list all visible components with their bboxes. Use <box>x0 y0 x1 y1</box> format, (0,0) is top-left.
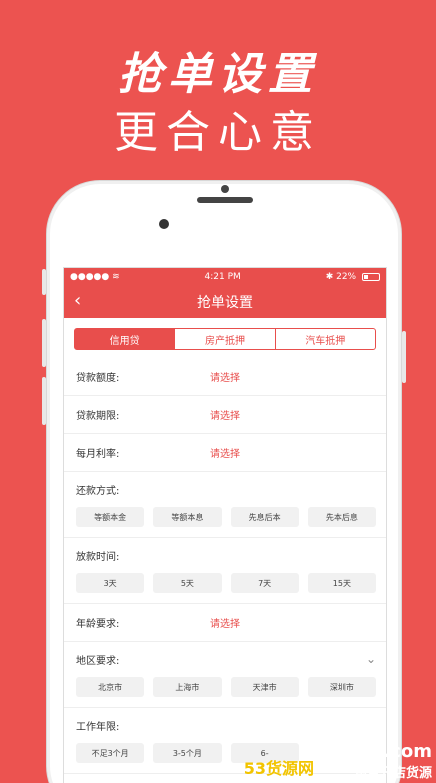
loan-amount-row[interactable]: 贷款额度: 请选择 <box>64 358 386 396</box>
repayment-method-group: 还款方式: 等额本金 等额本息 先息后本 先本后息 <box>64 472 386 538</box>
watermark-site: 53shop.com <box>309 741 432 762</box>
watermark-cn: 53货源网 <box>243 759 314 778</box>
region-group: 地区要求: ⌄ 北京市 上海市 天津市 深圳市 <box>64 642 386 708</box>
volume-down-button <box>42 377 46 425</box>
repayment-method-label: 还款方式: <box>76 486 120 497</box>
volume-up-button <box>42 319 46 367</box>
loan-time-group: 放款时间: 3天 5天 7天 15天 <box>64 538 386 604</box>
signal-icon: ●●●●● ≋ <box>70 272 120 282</box>
watermark-slogan: 淘宝开店货源 <box>353 766 432 781</box>
earpiece-speaker <box>197 197 253 203</box>
loan-type-tabs: 信用贷 房产抵押 汽车抵押 <box>74 328 376 350</box>
page-title: 抢单设置 <box>197 295 253 311</box>
work-years-label: 工作年限: <box>76 722 120 733</box>
repay-option[interactable]: 等额本金 <box>76 507 145 527</box>
proximity-sensor <box>221 185 229 193</box>
nav-bar: ‹ 抢单设置 <box>64 286 386 318</box>
loan-time-label: 放款时间: <box>76 552 120 563</box>
battery-icon <box>362 272 380 281</box>
loan-time-option[interactable]: 7天 <box>230 573 299 593</box>
region-option[interactable]: 北京市 <box>76 677 145 697</box>
loan-term-select[interactable]: 请选择 <box>210 407 240 422</box>
loan-time-option[interactable]: 3天 <box>76 573 145 593</box>
phone-frame: ●●●●● ≋ 4:21 PM ✱ 22% ‹ 抢单设置 信用贷 房产抵押 汽车… <box>42 180 406 783</box>
status-bar: ●●●●● ≋ 4:21 PM ✱ 22% <box>64 268 386 286</box>
age-label: 年龄要求: <box>76 619 120 630</box>
app-screen: ●●●●● ≋ 4:21 PM ✱ 22% ‹ 抢单设置 信用贷 房产抵押 汽车… <box>63 267 387 783</box>
tab-car-mortgage[interactable]: 汽车抵押 <box>276 329 375 349</box>
watermark: 53货源网 53shop.com 淘宝开店货源 <box>244 741 432 781</box>
monthly-rate-select[interactable]: 请选择 <box>210 445 240 460</box>
loan-time-option[interactable]: 15天 <box>307 573 376 593</box>
chevron-down-icon[interactable]: ⌄ <box>366 652 376 667</box>
loan-time-option[interactable]: 5天 <box>153 573 222 593</box>
repay-option[interactable]: 先本后息 <box>307 507 376 527</box>
region-option[interactable]: 深圳市 <box>307 677 376 697</box>
region-option[interactable]: 上海市 <box>153 677 222 697</box>
loan-amount-select[interactable]: 请选择 <box>210 369 240 384</box>
repay-option[interactable]: 先息后本 <box>230 507 299 527</box>
work-years-option[interactable]: 不足3个月 <box>76 743 145 763</box>
age-row[interactable]: 年龄要求: 请选择 <box>64 604 386 642</box>
monthly-rate-row[interactable]: 每月利率: 请选择 <box>64 434 386 472</box>
loan-term-label: 贷款期限: <box>76 411 120 422</box>
battery-percent: 22% <box>336 272 357 282</box>
repay-option[interactable]: 等额本息 <box>153 507 222 527</box>
back-icon[interactable]: ‹ <box>74 290 81 311</box>
tab-house-mortgage[interactable]: 房产抵押 <box>175 329 276 349</box>
headline-line2: 更合心意 <box>114 107 322 158</box>
work-years-option[interactable]: 3-5个月 <box>153 743 222 763</box>
bluetooth-icon: ✱ <box>325 272 334 282</box>
region-option[interactable]: 天津市 <box>230 677 299 697</box>
front-camera <box>159 219 169 229</box>
battery-status: ✱ 22% <box>326 272 380 282</box>
power-button <box>402 331 406 383</box>
region-label: 地区要求: <box>76 656 120 667</box>
monthly-rate-label: 每月利率: <box>76 449 120 460</box>
tab-credit-loan[interactable]: 信用贷 <box>75 329 176 349</box>
loan-term-row[interactable]: 贷款期限: 请选择 <box>64 396 386 434</box>
headline-line1: 抢单设置 <box>118 49 318 100</box>
mute-switch <box>42 269 46 295</box>
age-select[interactable]: 请选择 <box>210 615 240 630</box>
loan-amount-label: 贷款额度: <box>76 373 120 384</box>
status-time: 4:21 PM <box>204 272 241 282</box>
